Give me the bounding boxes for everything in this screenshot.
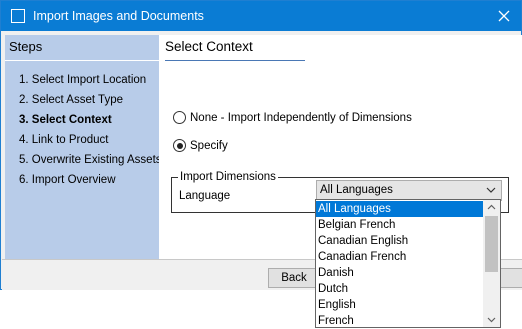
steps-panel: Steps 1. Select Import Location 2. Selec… bbox=[5, 35, 162, 259]
title-underline bbox=[165, 60, 305, 61]
step-overwrite-existing-assets: 5. Overwrite Existing Assets bbox=[19, 154, 162, 166]
language-label: Language bbox=[179, 190, 231, 202]
language-combobox-value: All Languages bbox=[320, 184, 393, 196]
page-title: Select Context bbox=[165, 39, 253, 54]
dropdown-scrollbar[interactable] bbox=[483, 200, 500, 327]
back-button[interactable]: Back bbox=[268, 268, 320, 288]
scrollbar-thumb[interactable] bbox=[485, 216, 498, 272]
next-button[interactable] bbox=[500, 268, 522, 288]
title-bar[interactable]: Import Images and Documents bbox=[1, 1, 521, 31]
step-link-to-product: 4. Link to Product bbox=[19, 134, 109, 146]
radio-none[interactable] bbox=[173, 111, 186, 124]
language-option[interactable]: Canadian French bbox=[316, 249, 484, 265]
scroll-up-icon[interactable] bbox=[487, 204, 496, 210]
group-legend: Import Dimensions bbox=[178, 170, 278, 184]
option-specify-label: Specify bbox=[190, 139, 228, 152]
language-option[interactable]: All Languages bbox=[316, 201, 484, 217]
step-select-context: 3. Select Context bbox=[19, 114, 112, 126]
close-icon bbox=[498, 10, 510, 22]
language-dropdown-list[interactable]: All Languages Belgian French Canadian En… bbox=[315, 199, 501, 328]
language-option[interactable]: Belgian French bbox=[316, 217, 484, 233]
step-import-overview: 6. Import Overview bbox=[19, 174, 116, 186]
steps-list: 1. Select Import Location 2. Select Asse… bbox=[19, 70, 162, 190]
language-combobox[interactable]: All Languages bbox=[316, 180, 502, 201]
window-title: Import Images and Documents bbox=[33, 9, 204, 23]
language-options: All Languages Belgian French Canadian En… bbox=[316, 201, 484, 329]
language-option[interactable]: French bbox=[316, 313, 484, 329]
step-select-import-location: 1. Select Import Location bbox=[19, 74, 147, 86]
language-option[interactable]: Danish bbox=[316, 265, 484, 281]
language-option[interactable]: Dutch bbox=[316, 281, 484, 297]
close-button[interactable] bbox=[495, 7, 513, 25]
option-none-label: None - Import Independently of Dimension… bbox=[190, 111, 412, 124]
language-option[interactable]: English bbox=[316, 297, 484, 313]
steps-divider bbox=[5, 60, 159, 61]
chevron-down-icon bbox=[486, 187, 496, 193]
window-icon bbox=[11, 9, 25, 23]
step-select-asset-type: 2. Select Asset Type bbox=[19, 94, 123, 106]
steps-header: Steps bbox=[9, 39, 43, 54]
option-none[interactable]: None - Import Independently of Dimension… bbox=[173, 111, 412, 124]
language-option[interactable]: Canadian English bbox=[316, 233, 484, 249]
option-specify[interactable]: Specify bbox=[173, 139, 228, 152]
radio-specify[interactable] bbox=[173, 139, 186, 152]
scroll-down-icon[interactable] bbox=[487, 317, 496, 323]
